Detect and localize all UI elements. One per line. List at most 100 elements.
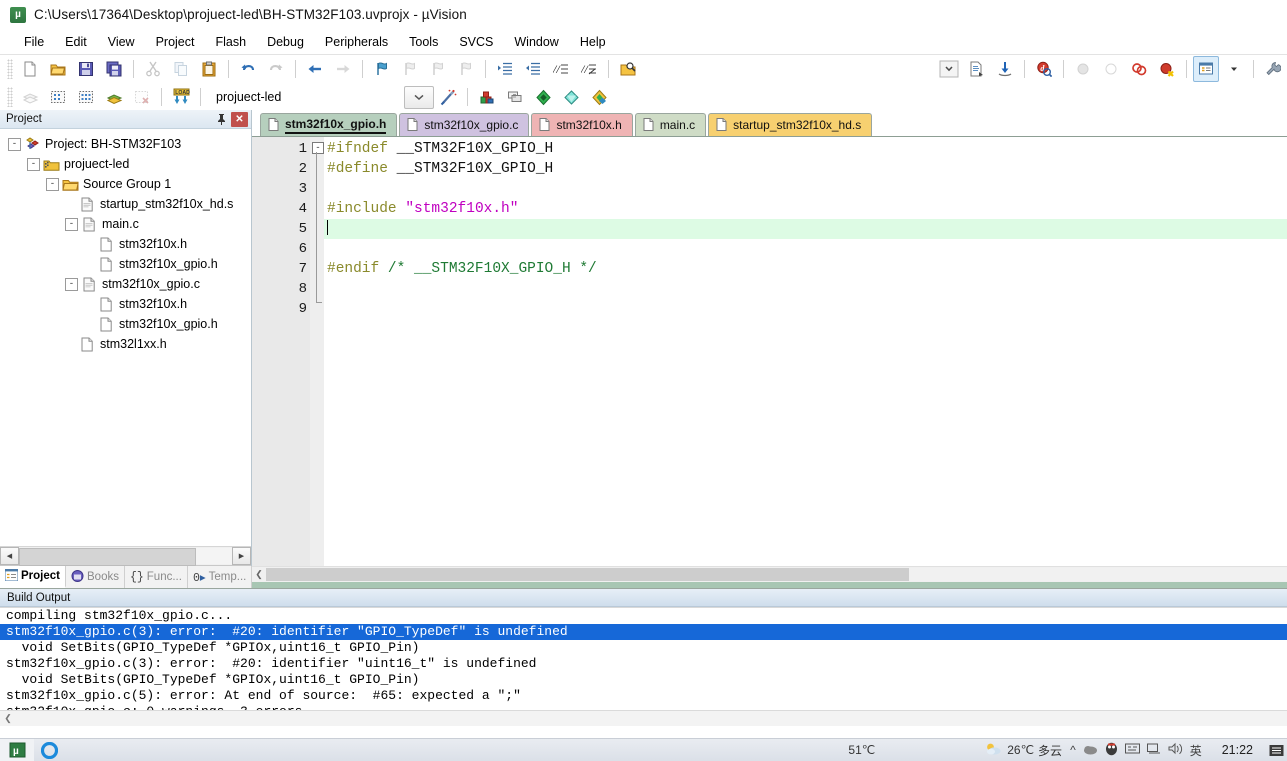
tree-toggle-icon[interactable]: - xyxy=(27,157,40,171)
close-icon[interactable]: ✕ xyxy=(231,111,248,127)
editor-tab-stm32f10x-h[interactable]: stm32f10x.h xyxy=(531,113,633,136)
build-output-line[interactable]: void SetBits(GPIO_TypeDef *GPIOx,uint16_… xyxy=(0,672,1287,688)
tree-node-gpio-h-1[interactable]: stm32f10x_gpio.h xyxy=(0,254,251,274)
build-output-line[interactable]: stm32f10x_gpio.c: 0 warnings, 3 errors xyxy=(0,704,1287,710)
editor-scroll-thumb[interactable] xyxy=(266,568,910,581)
fold-collapse-box[interactable]: - xyxy=(312,142,324,154)
project-horizontal-scrollbar[interactable]: ◀ ▶ xyxy=(0,546,251,566)
menu-debug[interactable]: Debug xyxy=(257,33,314,51)
code-line[interactable]: #ifndef __STM32F10X_GPIO_H xyxy=(324,139,1287,159)
editor-tab-gpio-c[interactable]: stm32f10x_gpio.c xyxy=(399,113,530,136)
translate-icon[interactable] xyxy=(17,84,43,110)
navigate-back-icon[interactable] xyxy=(302,56,328,82)
tree-toggle-icon[interactable]: - xyxy=(65,277,78,291)
chevron-down-icon[interactable] xyxy=(404,85,434,109)
tree-toggle-icon[interactable]: - xyxy=(8,137,21,151)
breakpoint-icon[interactable] xyxy=(1070,56,1096,82)
menu-help[interactable]: Help xyxy=(570,33,616,51)
show-hidden-icons-arrow[interactable]: ^ xyxy=(1070,743,1076,757)
new-file-icon[interactable] xyxy=(17,56,43,82)
configure-dropdown-icon[interactable] xyxy=(936,56,962,82)
navigate-forward-icon[interactable] xyxy=(330,56,356,82)
magic-wand-icon[interactable] xyxy=(435,84,461,110)
build-output-line[interactable]: void SetBits(GPIO_TypeDef *GPIOx,uint16_… xyxy=(0,640,1287,656)
download-icon[interactable] xyxy=(992,56,1018,82)
start-debug-icon[interactable]: d xyxy=(1031,56,1057,82)
manage-components-icon[interactable] xyxy=(474,84,500,110)
open-file-icon[interactable] xyxy=(45,56,71,82)
next-bookmark-icon[interactable] xyxy=(425,56,451,82)
code-line[interactable]: #endif /* __STM32F10X_GPIO_H */ xyxy=(324,259,1287,279)
copy-icon[interactable] xyxy=(168,56,194,82)
pack-installer-icon[interactable] xyxy=(530,84,556,110)
code-line[interactable] xyxy=(324,279,1287,299)
editor-scroll-left-arrow[interactable]: ❮ xyxy=(252,568,266,582)
comment-icon[interactable]: // xyxy=(548,56,574,82)
load-icon[interactable]: LOAD xyxy=(168,84,194,110)
menu-tools[interactable]: Tools xyxy=(399,33,448,51)
opera-browser-icon[interactable] xyxy=(34,739,64,761)
tree-node-gpio-c[interactable]: - stm32f10x_gpio.c xyxy=(0,274,251,294)
tree-toggle-icon[interactable]: - xyxy=(65,217,78,231)
editor-tab-main-c[interactable]: main.c xyxy=(634,113,707,136)
menu-window[interactable]: Window xyxy=(504,33,568,51)
weather-widget[interactable]: 26℃ 多云 xyxy=(985,742,1062,759)
rebuild-icon[interactable] xyxy=(73,84,99,110)
code-line[interactable]: #define __STM32F10X_GPIO_H xyxy=(324,159,1287,179)
configure-toolbar-icon[interactable] xyxy=(1260,56,1286,82)
save-all-icon[interactable] xyxy=(101,56,127,82)
tree-toggle-icon[interactable]: - xyxy=(46,177,59,191)
menu-edit[interactable]: Edit xyxy=(55,33,97,51)
code-line[interactable]: #include "stm32f10x.h" xyxy=(324,199,1287,219)
menu-svcs[interactable]: SVCS xyxy=(449,33,503,51)
compile-file-icon[interactable] xyxy=(964,56,990,82)
target-selector[interactable]: projuect-led xyxy=(212,90,344,104)
tree-node-startup-asm[interactable]: startup_stm32f10x_hd.s xyxy=(0,194,251,214)
paste-icon[interactable] xyxy=(196,56,222,82)
select-software-packs-icon[interactable] xyxy=(586,84,612,110)
scroll-right-arrow[interactable]: ▶ xyxy=(232,547,251,565)
tree-node-target[interactable]: - projuect-led xyxy=(0,154,251,174)
build-output-body[interactable]: compiling stm32f10x_gpio.c... stm32f10x_g… xyxy=(0,607,1287,710)
notification-icon[interactable] xyxy=(1265,744,1287,757)
build-scroll-left-arrow[interactable]: ❮ xyxy=(0,713,16,724)
editor-scroll-track[interactable] xyxy=(266,568,1287,581)
project-window-dropdown-icon[interactable] xyxy=(1221,56,1247,82)
cut-icon[interactable] xyxy=(140,56,166,82)
code-line[interactable] xyxy=(324,179,1287,199)
target-name[interactable]: projuect-led xyxy=(212,90,344,104)
code-line[interactable] xyxy=(324,219,1287,239)
run-time-env-icon[interactable] xyxy=(558,84,584,110)
build-output-line[interactable]: compiling stm32f10x_gpio.c... xyxy=(0,608,1287,624)
menu-peripherals[interactable]: Peripherals xyxy=(315,33,398,51)
input-method-icon[interactable] xyxy=(1124,742,1140,758)
tree-node-stm32l1xx-h[interactable]: stm32l1xx.h xyxy=(0,334,251,354)
disable-breakpoint-icon[interactable] xyxy=(1098,56,1124,82)
pin-icon[interactable] xyxy=(214,112,229,127)
uncomment-icon[interactable]: // xyxy=(576,56,602,82)
tab-functions[interactable]: {} Func... xyxy=(125,566,188,588)
redo-icon[interactable] xyxy=(263,56,289,82)
tab-books[interactable]: Books xyxy=(66,566,125,588)
tree-node-project[interactable]: - Project: BH-STM32F103 xyxy=(0,134,251,154)
code-line[interactable] xyxy=(324,299,1287,319)
tree-node-gpio-h-2[interactable]: stm32f10x_gpio.h xyxy=(0,314,251,334)
clear-bookmarks-icon[interactable] xyxy=(453,56,479,82)
qq-icon[interactable] xyxy=(1105,742,1118,759)
undo-icon[interactable] xyxy=(235,56,261,82)
network-icon[interactable] xyxy=(1146,742,1161,758)
volume-icon[interactable] xyxy=(1168,742,1183,758)
save-icon[interactable] xyxy=(73,56,99,82)
menu-file[interactable]: File xyxy=(14,33,54,51)
batch-build-icon[interactable] xyxy=(101,84,127,110)
disable-all-breakpoints-icon[interactable] xyxy=(1126,56,1152,82)
editor-horizontal-scrollbar[interactable]: ❮ xyxy=(252,566,1287,582)
scroll-track[interactable] xyxy=(19,548,232,566)
code-line[interactable] xyxy=(324,239,1287,259)
build-output-scrollbar[interactable]: ❮ xyxy=(0,710,1287,726)
find-in-files-icon[interactable] xyxy=(615,56,641,82)
tree-node-group[interactable]: - Source Group 1 xyxy=(0,174,251,194)
build-output-line[interactable]: stm32f10x_gpio.c(3): error: #20: identif… xyxy=(0,656,1287,672)
code-editor[interactable]: 123456789 - #ifndef __STM32F10X_GPIO_H #d… xyxy=(252,137,1287,566)
scroll-thumb[interactable] xyxy=(19,548,196,566)
